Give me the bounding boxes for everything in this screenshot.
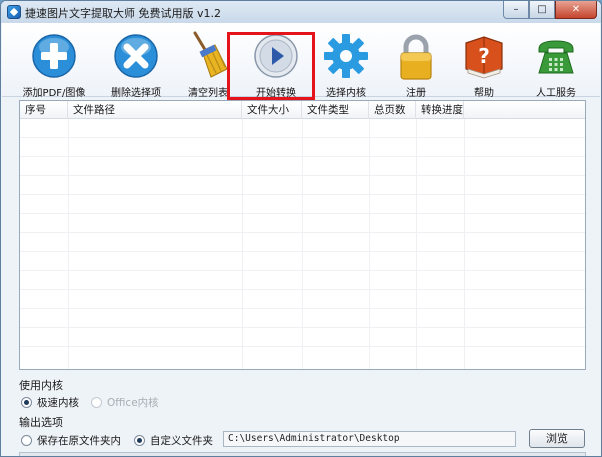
maximize-button[interactable]: □ [529,1,555,19]
highlight-box [227,32,315,100]
col-index-header[interactable]: 序号 [20,101,68,119]
close-button[interactable]: ✕ [555,1,597,19]
lock-icon [400,34,432,80]
register-button[interactable]: 注册 [378,27,454,99]
svg-text:?: ? [478,44,490,68]
grid-row-line [20,346,585,347]
output-path-input[interactable]: C:\Users\Administrator\Desktop [223,431,516,447]
grid-row-line [20,232,585,233]
add-pdf-image-label: 添加PDF/图像 [22,88,86,99]
minimize-button[interactable]: – [503,1,529,19]
output-original-folder-radio[interactable] [21,435,32,446]
col-progress-header[interactable]: 转换进度 [416,101,464,119]
col-size-header[interactable]: 文件大小 [242,101,302,119]
broom-icon [193,31,228,78]
col-path-header[interactable]: 文件路径 [68,101,242,119]
col-pages-header[interactable]: 总页数 [369,101,416,119]
output-custom-folder-label: 自定义文件夹 [150,435,213,447]
grid-row-line [20,194,585,195]
grid-row-line [20,327,585,328]
engine-fast-label: 极速内核 [37,397,79,409]
grid-row-line [20,213,585,214]
engine-fast-radio[interactable] [21,397,32,408]
output-custom-folder-option[interactable]: 自定义文件夹 [134,433,213,448]
engine-office-option: Office内核 [91,395,159,410]
select-engine-label: 选择内核 [326,88,366,99]
engine-fast-option[interactable]: 极速内核 [21,395,79,410]
help-label: 帮助 [474,88,494,99]
engine-section-label: 使用内核 [19,379,63,392]
engine-office-radio [91,397,102,408]
col-type-header[interactable]: 文件类型 [302,101,369,119]
phone-icon [538,40,574,74]
help-button[interactable]: ? 帮助 [446,27,522,99]
browse-button[interactable]: 浏览 [529,429,585,448]
human-service-label: 人工服务 [536,88,576,99]
output-original-folder-option[interactable]: 保存在原文件夹内 [21,433,121,448]
title-bar[interactable]: 捷速图片文字提取大师 免费试用版 v1.2 – □ ✕ [1,1,601,23]
grid-row-line [20,308,585,309]
output-custom-folder-radio[interactable] [134,435,145,446]
grid-row-line [20,175,585,176]
grid-row-line [20,251,585,252]
grid-row-line [20,289,585,290]
delete-selected-button[interactable]: 删除选择项 [98,27,174,99]
grid-row-line [20,156,585,157]
human-service-button[interactable]: 人工服务 [518,27,594,99]
gear-icon [324,34,368,78]
output-original-folder-label: 保存在原文件夹内 [37,435,121,447]
window-title: 捷速图片文字提取大师 免费试用版 v1.2 [25,7,221,20]
register-label: 注册 [406,88,426,99]
grid-row-line [20,137,585,138]
file-list-table[interactable]: 序号 文件路径 文件大小 文件类型 总页数 转换进度 [19,100,586,370]
output-section-label: 输出选项 [19,416,63,429]
delete-x-icon [114,34,158,78]
grid-row-line [20,270,585,271]
window-controls: – □ ✕ [503,1,597,19]
delete-selected-label: 删除选择项 [111,88,161,99]
engine-office-label: Office内核 [107,397,159,409]
add-pdf-image-button[interactable]: 添加PDF/图像 [16,27,92,99]
help-book-icon: ? [465,36,503,79]
plus-circle-icon [32,34,76,78]
table-header: 序号 文件路径 文件大小 文件类型 总页数 转换进度 [20,101,585,119]
status-strip [19,452,586,456]
select-engine-button[interactable]: 选择内核 [308,27,384,99]
app-logo-icon [7,5,21,19]
